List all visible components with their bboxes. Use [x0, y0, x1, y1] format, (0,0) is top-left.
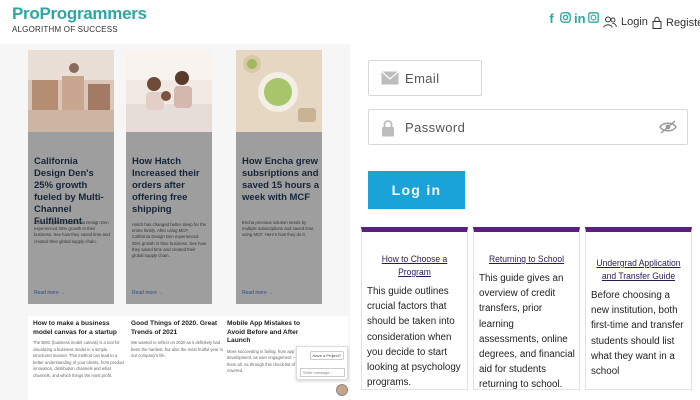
login-button[interactable]: Log in [368, 171, 465, 209]
family-photo [126, 50, 212, 132]
users-icon [603, 16, 617, 28]
guide-body: This guide gives an overview of credit t… [479, 273, 575, 391]
blog-card[interactable]: How Encha grew subsriptions and saved 15… [236, 50, 322, 304]
read-more-link[interactable]: Read more → [34, 290, 65, 296]
password-placeholder: Password [405, 120, 466, 135]
card-description: Encha previous solution needs by multipl… [242, 220, 314, 238]
article-item[interactable]: Good Things of 2020. Great Trends of 202… [131, 320, 223, 360]
facebook-icon[interactable]: f [546, 12, 557, 26]
lock-icon [652, 16, 662, 29]
brand-tagline: ALGORITHM OF SUCCESS [12, 25, 118, 34]
read-more-link[interactable]: Read more → [132, 290, 163, 296]
login-label: Login [621, 16, 648, 28]
article-item[interactable]: How to make a business model canvas for … [33, 320, 125, 379]
chat-message-input[interactable]: Write message... [300, 368, 345, 377]
guide-title-link[interactable]: How to Choose a Program [367, 253, 462, 279]
read-more-link[interactable]: Read more → [242, 290, 273, 296]
guide-title-link[interactable]: Returning to School [479, 253, 574, 266]
email-field[interactable]: Email [368, 60, 482, 96]
card-title: California Design Den's 25% growth fuele… [34, 156, 104, 227]
register-label: Register [666, 16, 700, 29]
guides-section: How to Choose a Program This guide outli… [361, 227, 694, 392]
chat-avatar[interactable] [336, 384, 348, 396]
blog-card[interactable]: California Design Den's 25% growth fuele… [28, 50, 114, 304]
matcha-photo [236, 50, 322, 132]
brand-logo[interactable]: ProProgrammers ALGORITHM OF SUCCESS [12, 4, 147, 34]
lock-icon [382, 120, 394, 137]
hide-password-icon[interactable] [659, 120, 677, 134]
guide-body: This guide outlines crucial factors that… [367, 286, 461, 389]
social-links: f in [546, 12, 599, 26]
whatsapp-icon[interactable] [588, 12, 599, 26]
guide-card: How to Choose a Program This guide outli… [361, 227, 468, 390]
email-placeholder: Email [405, 71, 440, 86]
card-title: How Encha grew subsriptions and saved 15… [242, 156, 320, 203]
blog-card[interactable]: How Hatch Increased their orders after o… [126, 50, 212, 304]
card-description: Hatch has changed better sleep for the e… [132, 222, 207, 259]
brand-name: ProProgrammers [12, 4, 147, 23]
linkedin-icon[interactable]: in [574, 12, 586, 26]
login-link[interactable]: Login [603, 16, 648, 28]
chat-question[interactable]: Have a Project? [309, 351, 344, 360]
article-description: The BMC (business model canvas) is a too… [33, 340, 125, 378]
card-description: After using MCF, California Design Den e… [34, 220, 110, 244]
chat-widget[interactable]: Have a Project? Write message... [296, 346, 348, 380]
guide-card: Undergrad Application and Transfer Guide… [585, 227, 692, 390]
article-title: Mobile App Mistakes to Avoid Before and … [227, 320, 301, 345]
guide-title-link[interactable]: Undergrad Application and Transfer Guide [591, 257, 686, 283]
envelope-icon [381, 71, 399, 85]
article-title: How to make a business model canvas for … [33, 320, 117, 336]
guide-body: Before choosing a new institution, both … [591, 290, 684, 378]
card-title: How Hatch Increased their orders after o… [132, 156, 200, 215]
article-description: We wanted to reflect on 2020 as it defin… [131, 340, 223, 359]
page: ProProgrammers ALGORITHM OF SUCCESS f in… [0, 0, 700, 400]
article-title: Good Things of 2020. Great Trends of 202… [131, 320, 218, 336]
register-link[interactable]: Register [652, 16, 700, 29]
password-field[interactable]: Password [368, 109, 688, 145]
instagram-icon[interactable] [560, 12, 571, 26]
guide-card: Returning to School This guide gives an … [473, 227, 580, 390]
warehouse-image [28, 50, 114, 132]
site-header: ProProgrammers ALGORITHM OF SUCCESS f in… [0, 0, 700, 44]
